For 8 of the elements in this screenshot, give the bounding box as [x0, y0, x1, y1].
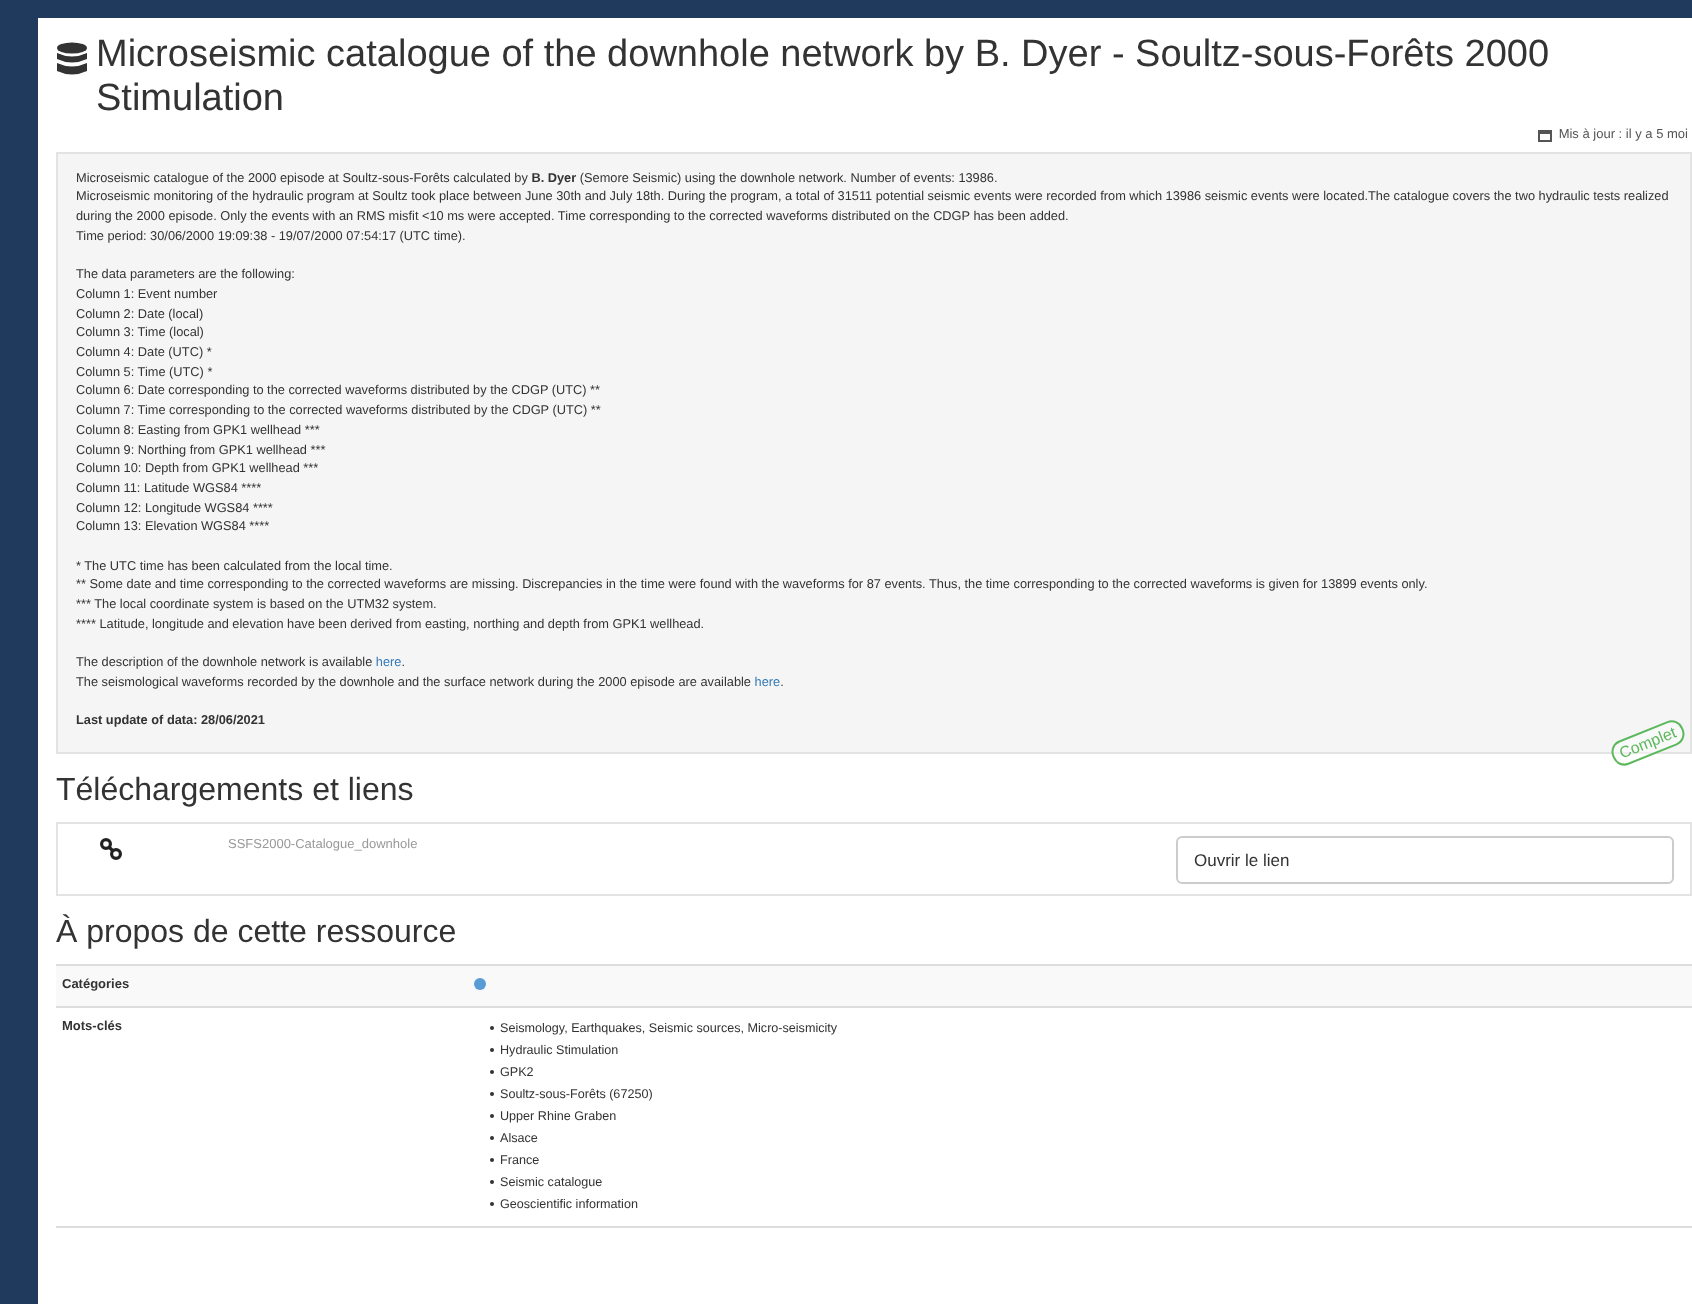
open-link-button[interactable]: Ouvrir le lien	[1176, 836, 1674, 885]
link-icon	[100, 838, 122, 861]
page-title: Microseismic catalogue of the downhole network by B. Dyer - Soultz-sous-Forêts 2000 Stimulation	[96, 34, 1552, 122]
calendar-icon	[1538, 128, 1553, 143]
database-icon	[56, 42, 88, 78]
category-icon	[474, 978, 486, 991]
section-heading: À propos de cette ressource	[56, 916, 459, 953]
section-heading: Téléchargements et liens	[56, 774, 416, 811]
